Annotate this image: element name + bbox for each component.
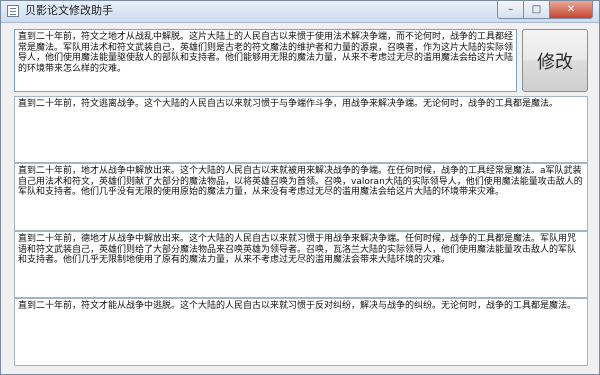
maximize-icon: □ <box>531 4 542 15</box>
caption-buttons: – □ ✕ <box>497 1 593 19</box>
minimize-icon: – <box>508 4 513 15</box>
source-text-input[interactable]: 直到二十年前，符文之地才从战乱中解脱。这片大陆上的人民自古以来惯于使用法术解决争… <box>14 29 517 92</box>
app-window: 贝影论文修改助手 – □ ✕ 直到二十年前，符文之地才从战乱中解脱。这片大陆上的… <box>0 0 600 375</box>
result-text-box-2[interactable]: 直到二十年前，地才从战争中解放出来。这个大陆的人民自古以来就被用来解决战争的争端… <box>14 163 588 231</box>
result-text-box-1[interactable]: 直到二十年前，符文逃离战争。这个大陆的人民自古以来就习惯于与争端作斗争，用战争来… <box>14 96 588 163</box>
result-text-box-4[interactable]: 直到二十年前，符文才能从战争中逃脱。这个大陆的人民自古以来就习惯于反对纠纷，解决… <box>14 298 588 366</box>
close-button[interactable]: ✕ <box>549 1 593 19</box>
modify-button[interactable]: 修改 <box>522 29 588 92</box>
app-icon <box>7 5 19 17</box>
maximize-button[interactable]: □ <box>523 1 549 19</box>
result-text-box-3[interactable]: 直到二十年前，德地才从战争中解放出来。这个大陆的人民自古以来就习惯于用战争来解决… <box>14 231 588 298</box>
minimize-button[interactable]: – <box>497 1 523 19</box>
title-bar[interactable]: 贝影论文修改助手 – □ ✕ <box>1 1 599 23</box>
window-title: 贝影论文修改助手 <box>25 4 113 17</box>
close-icon: ✕ <box>566 4 576 15</box>
